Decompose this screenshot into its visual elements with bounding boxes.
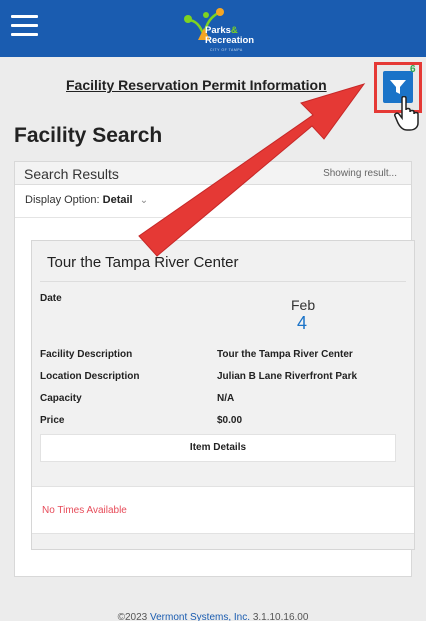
item-details-button[interactable]: Item Details bbox=[40, 434, 396, 462]
price-label: Price bbox=[40, 415, 65, 426]
facility-result-card: Tour the Tampa River Center Date Feb 4 F… bbox=[31, 240, 415, 550]
filter-count-badge: 6 bbox=[410, 64, 416, 75]
facility-title: Tour the Tampa River Center bbox=[47, 254, 239, 271]
facility-description-value: Tour the Tampa River Center bbox=[217, 349, 353, 360]
display-option-selector[interactable]: Display Option: Detail ⌄ bbox=[25, 194, 148, 206]
display-option-label: Display Option: bbox=[25, 194, 100, 206]
page-title: Facility Search bbox=[14, 124, 163, 147]
filter-funnel-icon bbox=[390, 80, 406, 94]
copyright-text: ©2023 bbox=[117, 612, 148, 621]
logo-wordmark: Parks& Recreation bbox=[205, 25, 255, 46]
logo-subtitle: CITY OF TAMPA bbox=[210, 48, 243, 52]
showing-results-text: Showing result... bbox=[323, 168, 397, 179]
permit-information-link[interactable]: Facility Reservation Permit Information bbox=[66, 77, 327, 93]
search-results-panel: Search Results Showing result... Display… bbox=[14, 161, 415, 577]
results-header: Search Results Showing result... bbox=[15, 162, 411, 185]
chevron-down-icon: ⌄ bbox=[139, 195, 149, 206]
facility-description-label: Facility Description bbox=[40, 349, 133, 360]
vendor-link[interactable]: Vermont Systems, Inc. bbox=[150, 612, 250, 621]
location-description-value: Julian B Lane Riverfront Park bbox=[217, 371, 358, 382]
location-description-label: Location Description bbox=[40, 371, 140, 382]
no-times-message: No Times Available bbox=[42, 505, 127, 516]
results-title: Search Results bbox=[24, 166, 119, 182]
version-text: 3.1.10.16.00 bbox=[252, 612, 309, 621]
display-option-value: Detail bbox=[102, 194, 133, 206]
page-footer: ©2023 Vermont Systems, Inc. 3.1.10.16.00 bbox=[0, 612, 426, 621]
divider bbox=[40, 281, 406, 282]
times-section: No Times Available bbox=[32, 486, 414, 534]
hamburger-menu-icon[interactable] bbox=[11, 15, 38, 37]
top-navigation-bar: Parks& Recreation CITY OF TAMPA bbox=[0, 0, 426, 57]
date-month: Feb bbox=[291, 297, 316, 313]
capacity-label: Capacity bbox=[40, 393, 82, 404]
price-value: $0.00 bbox=[217, 415, 243, 426]
hand-pointer-cursor-icon bbox=[394, 96, 419, 131]
date-label: Date bbox=[40, 293, 62, 304]
date-day: 4 bbox=[297, 313, 308, 333]
capacity-value: N/A bbox=[217, 393, 235, 404]
divider bbox=[15, 217, 411, 218]
